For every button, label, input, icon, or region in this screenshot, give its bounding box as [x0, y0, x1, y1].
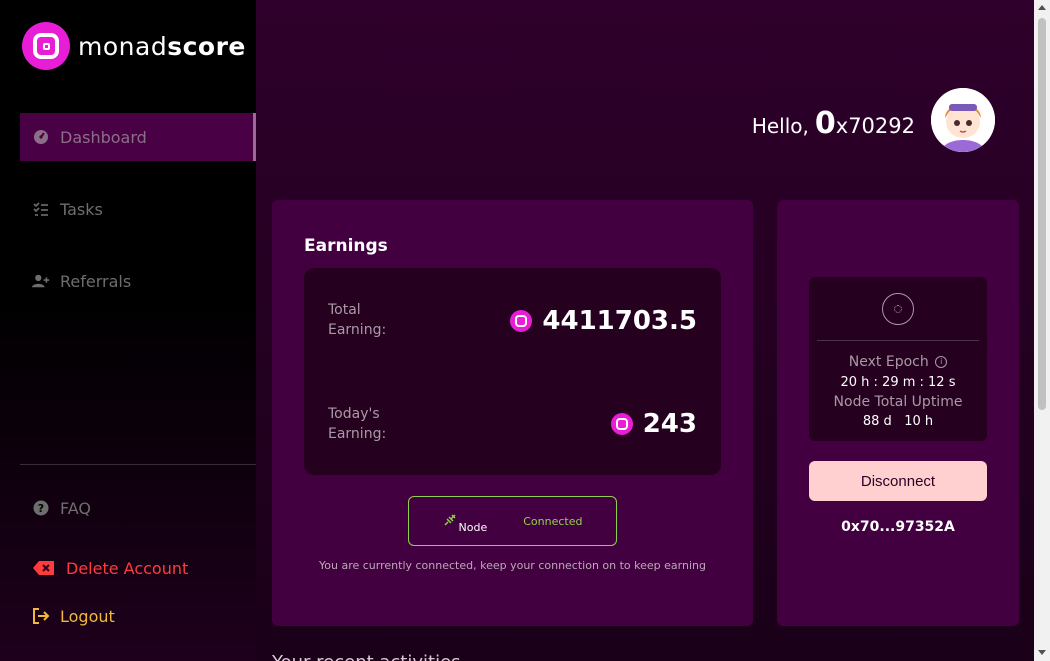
- question-circle-icon: ?: [32, 499, 50, 517]
- epoch-box: Next Epoch i 20 h : 29 m : 12 s Node Tot…: [809, 277, 987, 441]
- earnings-title: Earnings: [304, 236, 388, 256]
- disconnect-button[interactable]: Disconnect: [809, 461, 987, 501]
- delete-icon: [32, 559, 56, 577]
- svg-text:?: ?: [38, 502, 44, 515]
- epoch-card: Next Epoch i 20 h : 29 m : 12 s Node Tot…: [777, 200, 1019, 626]
- sidebar-item-label: Tasks: [60, 199, 103, 219]
- next-epoch-time: 20 h : 29 m : 12 s: [840, 375, 956, 390]
- plug-icon: [443, 513, 457, 530]
- coin-icon: [610, 413, 633, 435]
- total-earning-label: Total Earning:: [328, 302, 387, 338]
- logout-icon: [32, 607, 50, 625]
- uptime-value: 88 d 10 h: [862, 414, 934, 429]
- sidebar-item-label: Referrals: [60, 271, 132, 291]
- scroll-down-arrow-icon[interactable]: [1038, 650, 1046, 655]
- node-status-box: Node Connected: [408, 496, 617, 546]
- sidebar-item-label: Logout: [60, 606, 115, 626]
- sidebar-item-label: Delete Account: [66, 558, 189, 578]
- sidebar-item-dashboard[interactable]: Dashboard: [20, 113, 256, 161]
- sidebar: monadscore Dashboard Tasks Referrals ? F…: [0, 0, 256, 661]
- total-earning-value: 4411703.5: [510, 306, 697, 336]
- sidebar-item-faq[interactable]: ? FAQ: [20, 484, 256, 532]
- recent-activities-heading: Your recent activities: [272, 652, 461, 661]
- sidebar-item-referrals[interactable]: Referrals: [20, 257, 256, 305]
- sidebar-item-tasks[interactable]: Tasks: [20, 185, 256, 233]
- monadscore-logo-icon: [22, 22, 70, 70]
- uptime-label: Node Total Uptime: [833, 394, 963, 410]
- sidebar-divider: [20, 464, 256, 465]
- scrollbar[interactable]: [1034, 0, 1050, 661]
- coin-icon: [510, 310, 533, 332]
- avatar[interactable]: [931, 88, 995, 152]
- timer-icon: [882, 293, 914, 325]
- list-check-icon: [32, 200, 50, 218]
- sidebar-item-label: FAQ: [60, 498, 91, 518]
- earnings-card: Earnings Total Earning: 4411703.5 Today'…: [272, 200, 753, 626]
- sidebar-item-logout[interactable]: Logout: [20, 592, 256, 640]
- node-label: Node: [458, 520, 488, 534]
- info-icon[interactable]: i: [935, 356, 948, 368]
- greeting: Hello, 0 x70292: [751, 106, 915, 141]
- sidebar-item-label: Dashboard: [60, 127, 147, 147]
- gauge-icon: [32, 128, 50, 146]
- scroll-up-arrow-icon[interactable]: [1038, 5, 1046, 10]
- user-plus-icon: [32, 272, 50, 290]
- today-earning-label: Today's Earning:: [328, 406, 387, 442]
- next-epoch-label: Next Epoch i: [809, 354, 987, 370]
- wallet-address: 0x70...97352A: [841, 519, 955, 535]
- brand-name: monadscore: [78, 31, 246, 61]
- brand-logo[interactable]: monadscore: [22, 22, 246, 70]
- earnings-box: Total Earning: 4411703.5 Today's Earning…: [304, 268, 721, 475]
- today-earning-value: 243: [610, 409, 697, 439]
- epoch-divider: [817, 340, 979, 341]
- connection-note: You are currently connected, keep your c…: [319, 559, 706, 572]
- sidebar-item-delete-account[interactable]: Delete Account: [20, 544, 256, 592]
- node-status: Connected: [523, 514, 583, 528]
- scroll-thumb[interactable]: [1038, 18, 1046, 410]
